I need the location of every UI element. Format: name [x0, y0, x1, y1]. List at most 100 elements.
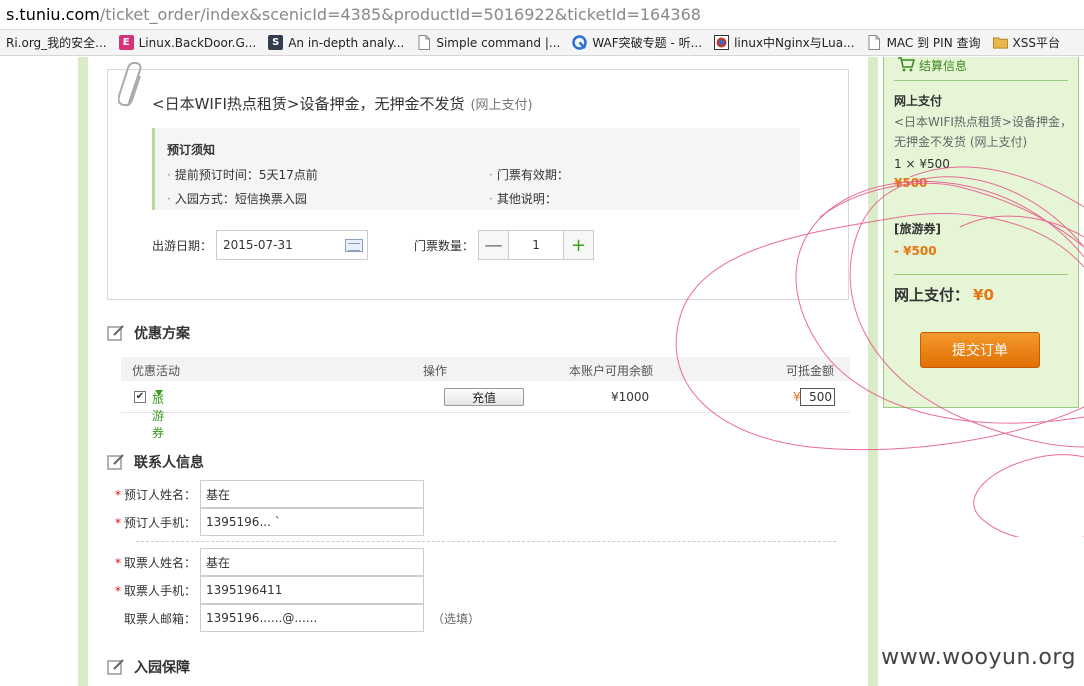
optional-hint: （选填）: [432, 611, 481, 626]
bookmark-item[interactable]: XSS平台: [987, 30, 1066, 55]
notice-item: 其他说明：: [489, 190, 557, 207]
calendar-icon[interactable]: [345, 239, 364, 252]
bookmark-item[interactable]: linux中Nginx与Lua...: [708, 30, 861, 55]
field-label-text: 预订人姓名：: [123, 487, 196, 502]
required-mark: *: [114, 583, 121, 598]
page-icon: [416, 35, 431, 50]
bookmark-label: WAF突破专题 - 听...: [592, 36, 703, 50]
deduct-amount-input[interactable]: 500: [800, 388, 835, 406]
page-content: <日本WIFI热点租赁>设备押金，无押金不发货 (网上支付) 预订须知 提前预订时…: [0, 57, 1084, 686]
required-mark: *: [114, 487, 121, 502]
promo-table: 优惠活动 操作 本账户可用余额 可抵金额 ✔ 旅游券 充值 ¥1000 ¥ 50…: [121, 357, 850, 440]
bookmark-item[interactable]: Simple command |...: [410, 30, 566, 55]
picker-phone-label: * 取票人手机：: [92, 582, 200, 599]
bookmark-item[interactable]: Ri.org_我的安全...: [0, 30, 113, 55]
picker-phone-row: * 取票人手机： 1395196411: [92, 576, 424, 604]
picker-name-row: * 取票人姓名： 基在: [92, 548, 424, 576]
product-box: <日本WIFI热点租赁>设备押金，无押金不发货 (网上支付) 预订须知 提前预订时…: [107, 62, 849, 300]
edit-icon: [107, 659, 124, 675]
edit-icon: [107, 325, 124, 341]
product-title: <日本WIFI热点租赁>设备押金，无押金不发货 (网上支付): [152, 93, 533, 114]
watermark-text: www.wooyun.org: [881, 645, 1076, 670]
total-value: ¥0: [973, 286, 994, 304]
field-label-text: 取票人手机：: [123, 583, 196, 598]
travel-date-value: 2015-07-31: [223, 238, 293, 252]
circle-logo-icon: [714, 35, 730, 50]
bookmark-item[interactable]: E Linux.BackDoor.G...: [113, 30, 263, 55]
address-bar[interactable]: s.tuniu.com/ticket_order/index&scenicId=…: [0, 0, 1084, 30]
summary-qty-price: 1 × ¥500: [894, 157, 950, 171]
s-logo-icon: S: [268, 35, 284, 50]
promo-section-header: 优惠方案: [107, 323, 190, 343]
promo-section-title: 优惠方案: [134, 326, 190, 342]
bookmarks-bar: Ri.org_我的安全... E Linux.BackDoor.G... S A…: [0, 30, 1084, 56]
travel-date-input[interactable]: 2015-07-31: [216, 230, 369, 260]
bookmark-item[interactable]: MAC 到 PIN 查询: [861, 30, 987, 55]
summary-pay-heading: 网上支付: [894, 94, 943, 108]
summary-divider: [894, 274, 1068, 275]
form-divider: [136, 541, 836, 542]
edit-icon: [107, 454, 124, 470]
booker-phone-input[interactable]: 1395196... `: [200, 508, 424, 536]
qty-value-input[interactable]: 1: [509, 231, 563, 259]
swirl-icon: [572, 35, 588, 50]
table-row: ✔ 旅游券 充值 ¥1000 ¥ 500: [121, 381, 850, 440]
summary-voucher-heading: [旅游券]: [894, 222, 941, 236]
total-label: 网上支付：: [894, 286, 970, 304]
bookmark-label: XSS平台: [1012, 36, 1060, 50]
qty-minus-button[interactable]: —: [479, 231, 510, 259]
promo-col-activity: 优惠活动: [132, 364, 181, 378]
summary-title: 结算信息: [919, 59, 968, 73]
bookmark-item[interactable]: S An in-depth analy...: [262, 30, 410, 55]
notice-item: 门票有效期：: [489, 166, 569, 183]
product-pay-type: (网上支付): [470, 98, 533, 113]
booker-name-label: * 预订人姓名：: [92, 486, 200, 503]
travel-date-label: 出游日期：: [152, 238, 213, 253]
url-path: /ticket_order/index&scenicId=4385&produc…: [99, 5, 701, 24]
folder-icon: [992, 35, 1008, 50]
quantity-stepper: — 1 +: [478, 230, 595, 260]
promo-table-header: 优惠活动 操作 本账户可用余额 可抵金额: [121, 357, 850, 381]
field-label-text: 取票人姓名：: [123, 555, 196, 570]
left-border-bar: [78, 57, 88, 686]
account-balance: ¥1000: [611, 390, 650, 404]
guarantee-section-title: 入园保障: [134, 660, 190, 676]
summary-divider: [894, 80, 1068, 81]
notice-item: 入园方式：短信换票入园: [167, 190, 307, 207]
recharge-button[interactable]: 充值: [444, 388, 524, 406]
bookmark-label: Simple command |...: [436, 35, 561, 50]
qty-plus-button[interactable]: +: [563, 231, 594, 259]
picker-email-input[interactable]: 1395196......@......: [200, 604, 424, 632]
booker-name-input[interactable]: 基在: [200, 480, 424, 508]
promo-col-deduct: 可抵金额: [786, 364, 835, 378]
paperclip-icon: [118, 62, 142, 107]
summary-subtotal: ¥500: [894, 176, 928, 190]
bookmark-label: linux中Nginx与Lua...: [734, 36, 855, 50]
url-host: s.tuniu.com: [6, 5, 100, 24]
picker-phone-input[interactable]: 1395196411: [200, 576, 424, 604]
promo-col-action: 操作: [423, 364, 448, 378]
bookmark-item[interactable]: WAF突破专题 - 听...: [566, 30, 708, 55]
voucher-name: 旅游券: [152, 392, 165, 440]
bookmark-label: An in-depth analy...: [288, 35, 405, 50]
summary-item-desc: <日本WIFI热点租赁>设备押金，无押金不发货 (网上支付): [894, 115, 1072, 149]
url-text[interactable]: s.tuniu.com/ticket_order/index&scenicId=…: [6, 5, 701, 24]
picker-email-label: 取票人邮箱：: [123, 611, 196, 626]
notice-item: 提前预订时间：5天17点前: [167, 166, 318, 183]
picker-email-row: 取票人邮箱： 1395196......@...... （选填）: [92, 604, 480, 632]
caret-down-icon: [155, 390, 163, 396]
required-mark: *: [114, 555, 121, 570]
booker-phone-row: * 预订人手机： 1395196... `: [92, 508, 424, 536]
right-border-bar: [868, 57, 878, 686]
booker-phone-label: * 预订人手机：: [92, 514, 200, 531]
booker-name-row: * 预订人姓名： 基在: [92, 480, 424, 508]
contact-section-header: 联系人信息: [107, 452, 204, 472]
guarantee-section-header: 入园保障: [107, 657, 190, 677]
notice-heading: 预订须知: [167, 143, 216, 157]
bookmark-label: Linux.BackDoor.G...: [138, 35, 257, 50]
voucher-checkbox[interactable]: ✔: [134, 391, 146, 403]
submit-order-button[interactable]: 提交订单: [920, 332, 1040, 368]
contact-section-title: 联系人信息: [134, 455, 204, 471]
picker-name-input[interactable]: 基在: [200, 548, 424, 576]
booking-notice: 预订须知 提前预订时间：5天17点前 门票有效期： 入园方式：短信换票入园 其他…: [152, 128, 800, 210]
